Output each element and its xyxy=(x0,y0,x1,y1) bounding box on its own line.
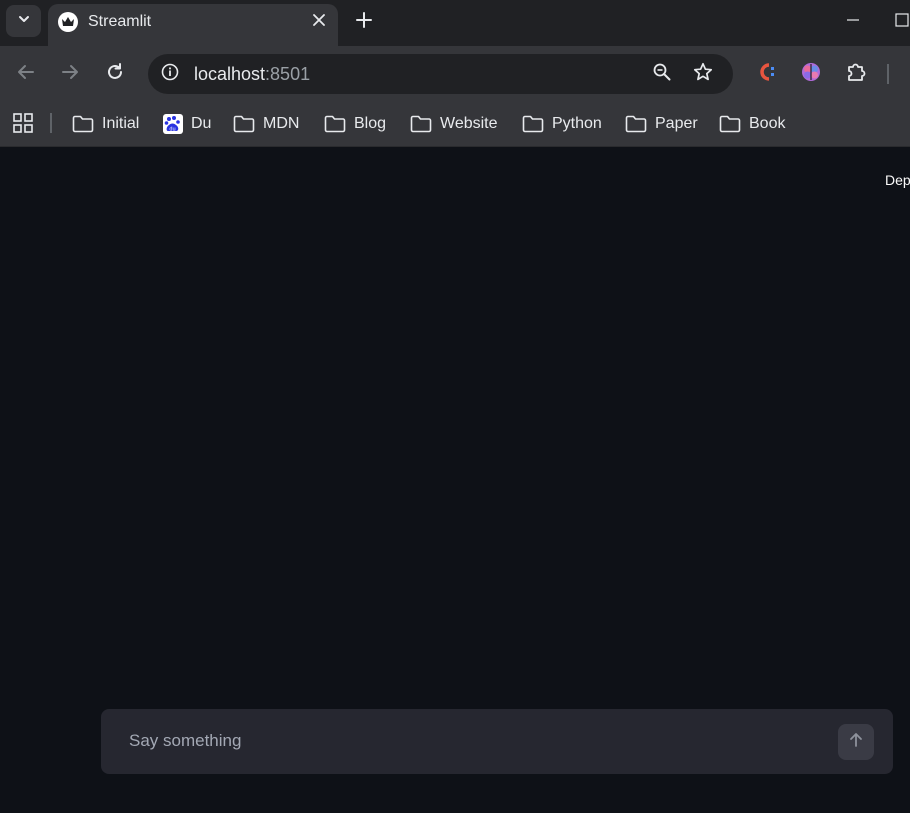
folder-icon xyxy=(522,115,544,133)
streamlit-app-viewport: Deploy Say something xyxy=(0,148,910,813)
bookmark-label: Blog xyxy=(354,115,387,132)
folder-icon xyxy=(72,115,94,133)
reload-icon xyxy=(106,62,124,86)
bookmark-folder-website[interactable]: Website xyxy=(410,110,498,138)
info-icon xyxy=(161,63,179,86)
svg-text:du: du xyxy=(169,127,175,133)
bookmark-folder-initial[interactable]: Initial xyxy=(72,110,139,138)
puzzle-icon xyxy=(845,61,867,88)
baidu-icon: du xyxy=(163,114,183,134)
bookmark-du[interactable]: du Du xyxy=(163,110,211,138)
apps-grid-icon xyxy=(12,113,34,138)
bookmark-folder-blog[interactable]: Blog xyxy=(324,110,386,138)
reload-button[interactable] xyxy=(99,58,131,90)
new-tab-button[interactable] xyxy=(350,8,378,36)
apps-button[interactable] xyxy=(12,112,34,134)
minimize-icon xyxy=(846,13,860,32)
bookmarks-bar: Initial du Du MDN Blog Website Python Pa… xyxy=(0,102,910,147)
zoom-button[interactable] xyxy=(648,60,676,88)
folder-icon xyxy=(410,115,432,133)
zoom-out-icon xyxy=(653,63,671,86)
close-icon xyxy=(313,13,325,31)
tab-title: Streamlit xyxy=(88,13,152,30)
browser-toolbar: localhost:8501 xyxy=(0,46,910,102)
plus-icon xyxy=(356,11,372,33)
extension-button[interactable] xyxy=(752,60,780,88)
folder-icon xyxy=(719,115,741,133)
close-tab-button[interactable] xyxy=(308,11,330,33)
folder-icon xyxy=(625,115,647,133)
url-text[interactable]: localhost:8501 xyxy=(194,64,310,84)
extensions-menu-button[interactable] xyxy=(842,60,870,88)
bookmark-label: Book xyxy=(749,115,786,132)
copilot-extension-icon xyxy=(754,60,778,89)
arrow-left-icon xyxy=(17,63,35,86)
maximize-icon xyxy=(895,12,909,32)
toolbar-divider xyxy=(887,64,889,84)
brain-extension-icon xyxy=(800,61,822,88)
bookmark-star-button[interactable] xyxy=(689,60,717,88)
send-button[interactable] xyxy=(838,724,874,760)
bookmarks-divider xyxy=(50,113,52,133)
site-info-button[interactable] xyxy=(156,60,184,88)
tab-search-button[interactable] xyxy=(6,5,41,37)
bookmark-label: MDN xyxy=(263,115,300,132)
url-host: localhost xyxy=(194,64,266,84)
chat-input-placeholder: Say something xyxy=(129,731,242,750)
bookmark-folder-book[interactable]: Book xyxy=(719,110,785,138)
bookmark-folder-paper[interactable]: Paper xyxy=(625,110,698,138)
bookmark-folder-mdn[interactable]: MDN xyxy=(233,110,299,138)
chevron-down-icon xyxy=(17,12,31,31)
chat-input[interactable]: Say something xyxy=(101,709,893,774)
bookmark-label: Python xyxy=(552,115,602,132)
deploy-button[interactable]: Deploy xyxy=(885,172,910,188)
streamlit-crown-icon xyxy=(58,12,78,32)
arrow-up-icon xyxy=(848,732,864,753)
back-button[interactable] xyxy=(10,58,42,90)
bookmark-label: Paper xyxy=(655,115,698,132)
bookmark-label: Du xyxy=(191,115,212,132)
forward-button[interactable] xyxy=(54,58,86,90)
browser-tab[interactable]: Streamlit xyxy=(48,4,338,46)
minimize-window-button[interactable] xyxy=(838,10,868,34)
extension-button[interactable] xyxy=(797,60,825,88)
star-icon xyxy=(693,62,713,87)
tab-strip: Streamlit xyxy=(0,0,910,46)
bookmark-folder-python[interactable]: Python xyxy=(522,110,602,138)
address-bar[interactable]: localhost:8501 xyxy=(148,54,733,94)
folder-icon xyxy=(324,115,346,133)
folder-icon xyxy=(233,115,255,133)
arrow-right-icon xyxy=(61,63,79,86)
bookmark-label: Initial xyxy=(102,115,140,132)
maximize-window-button[interactable] xyxy=(895,10,910,34)
url-port: :8501 xyxy=(265,64,311,84)
bookmark-label: Website xyxy=(440,115,498,132)
